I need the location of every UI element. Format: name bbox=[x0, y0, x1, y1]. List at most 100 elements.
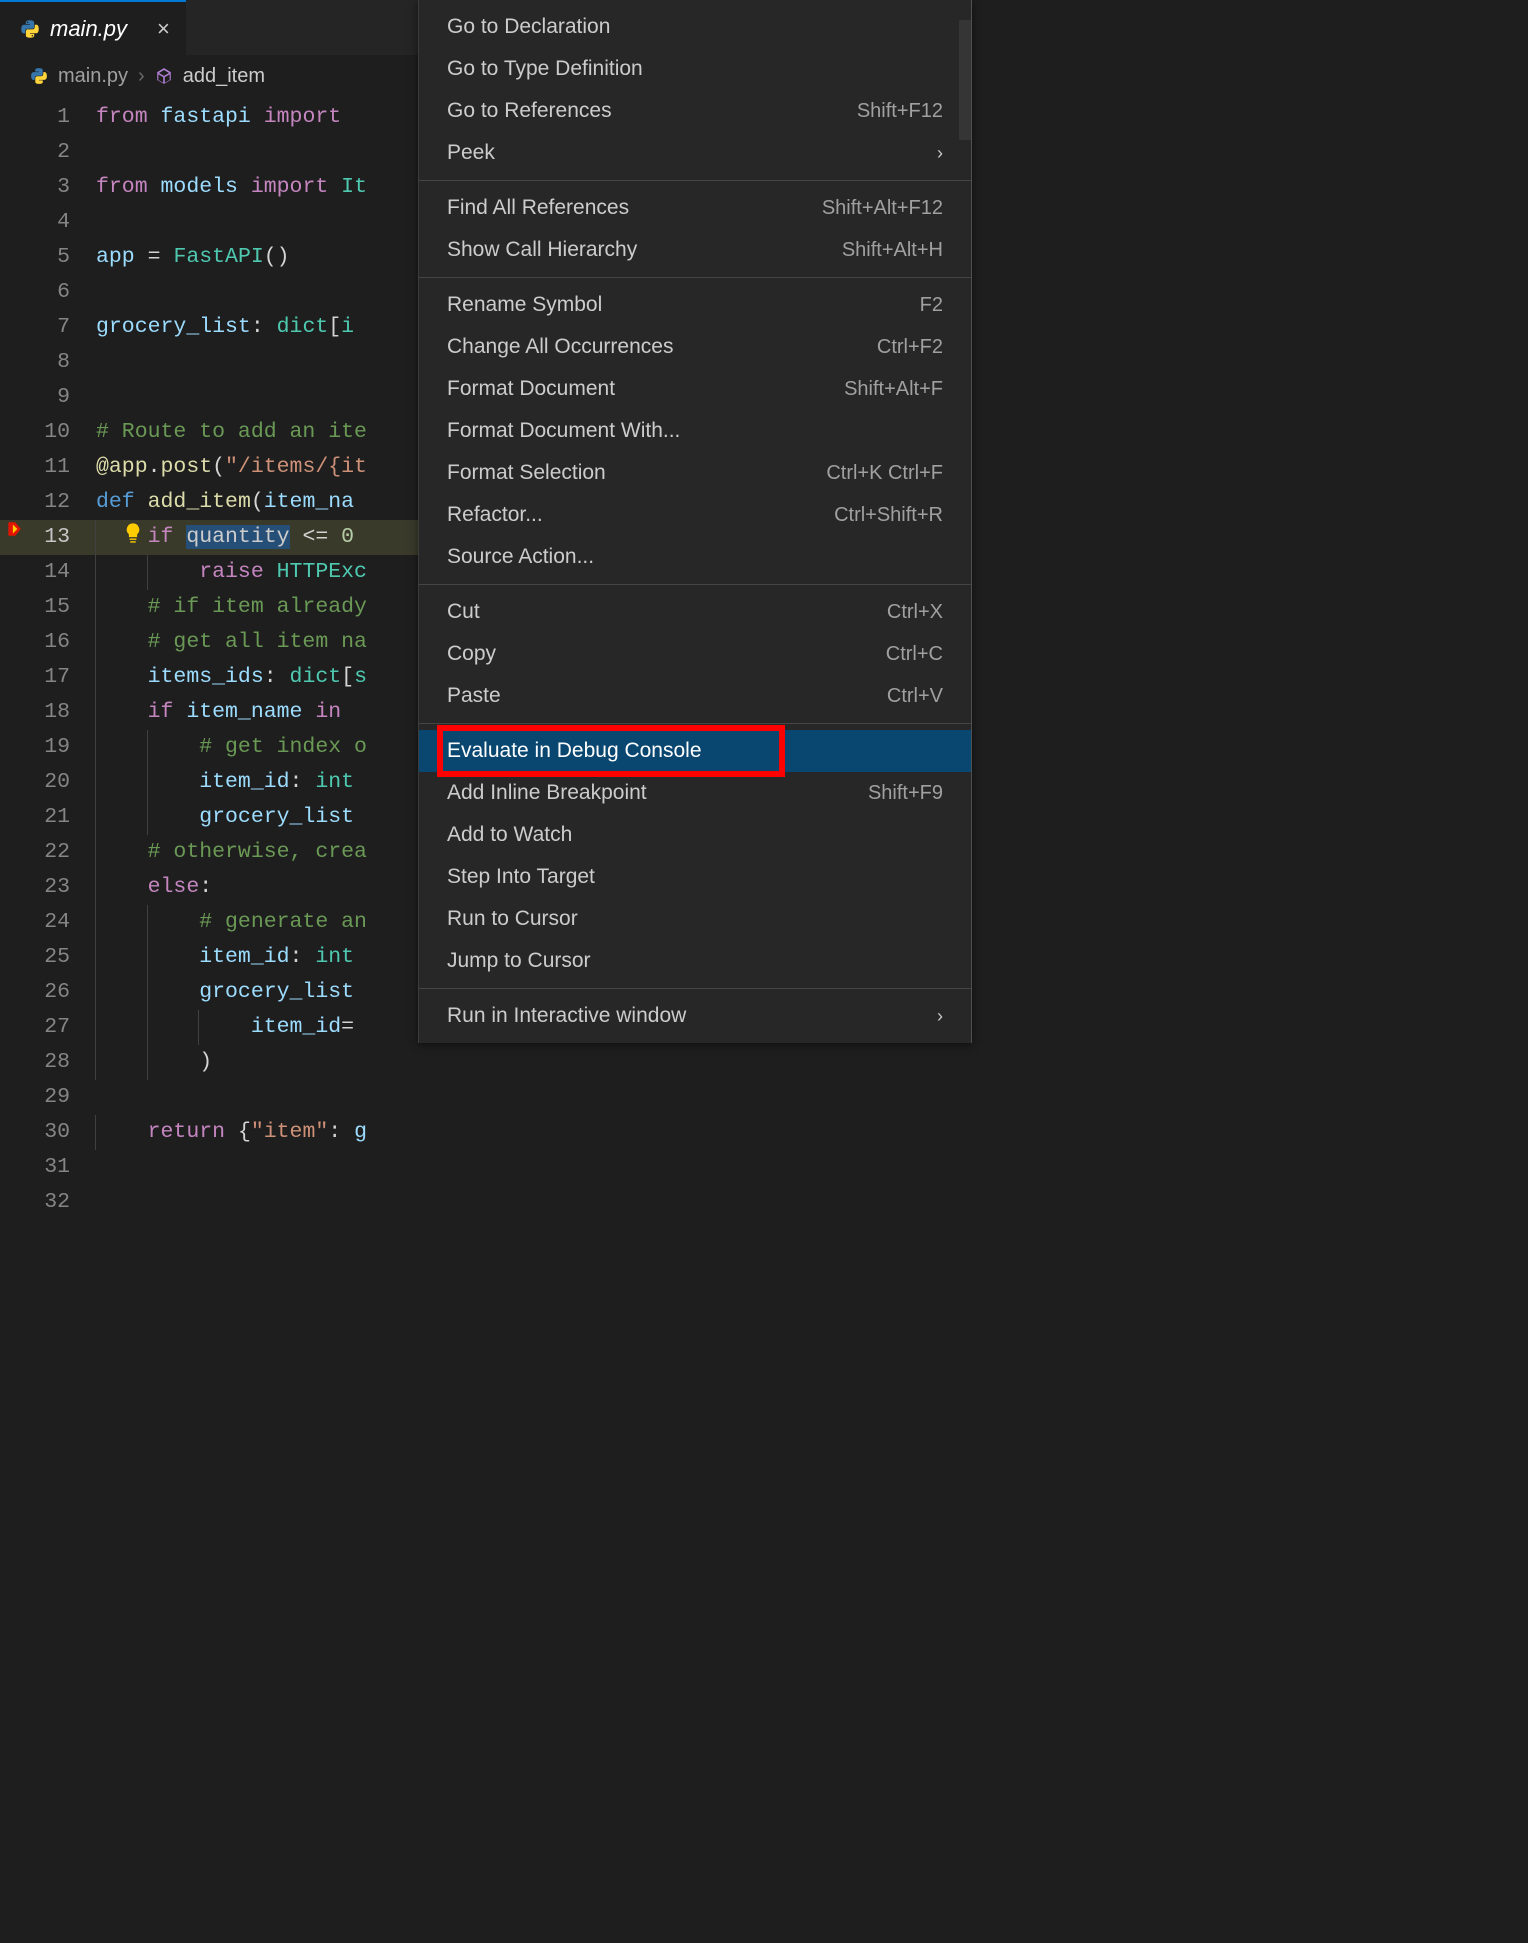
menu-item-label: Peek bbox=[447, 141, 495, 165]
menu-item-change-all-occurrences[interactable]: Change All Occurrences Ctrl+F2 bbox=[419, 326, 971, 368]
menu-item-label: Paste bbox=[447, 684, 501, 708]
menu-item-label: Go to References bbox=[447, 99, 612, 123]
chevron-right-icon: › bbox=[937, 143, 943, 164]
python-icon bbox=[30, 67, 48, 85]
menu-item-run-in-interactive-window[interactable]: Run in Interactive window› bbox=[419, 995, 971, 1037]
line-number: 10 bbox=[28, 415, 72, 450]
menu-item-copy[interactable]: Copy Ctrl+C bbox=[419, 633, 971, 675]
menu-item-source-action[interactable]: Source Action... bbox=[419, 536, 971, 578]
menu-item-shortcut: F2 bbox=[920, 294, 943, 317]
breadcrumb-symbol: add_item bbox=[183, 65, 265, 88]
code-line[interactable]: 32 bbox=[0, 1185, 972, 1220]
breakpoint-gutter[interactable] bbox=[0, 520, 28, 538]
menu-item-evaluate-in-debug-console[interactable]: Evaluate in Debug Console bbox=[419, 730, 971, 772]
menu-item-label: Format Selection bbox=[447, 461, 606, 485]
menu-item-cut[interactable]: Cut Ctrl+X bbox=[419, 591, 971, 633]
line-number: 24 bbox=[28, 905, 72, 940]
line-number: 31 bbox=[28, 1150, 72, 1185]
menu-item-show-call-hierarchy[interactable]: Show Call Hierarchy Shift+Alt+H bbox=[419, 229, 971, 271]
menu-item-go-to-declaration[interactable]: Go to Declaration bbox=[419, 6, 971, 48]
menu-item-shortcut: Shift+Alt+F bbox=[844, 378, 943, 401]
code-line[interactable]: 31 bbox=[0, 1150, 972, 1185]
scrollbar-vertical[interactable] bbox=[959, 20, 971, 140]
line-number: 20 bbox=[28, 765, 72, 800]
menu-item-shortcut: Ctrl+V bbox=[887, 685, 943, 708]
menu-item-format-document-with[interactable]: Format Document With... bbox=[419, 410, 971, 452]
breadcrumb-file: main.py bbox=[58, 65, 128, 88]
menu-item-label: Cut bbox=[447, 600, 480, 624]
menu-item-label: Refactor... bbox=[447, 503, 543, 527]
menu-item-label: Source Action... bbox=[447, 545, 594, 569]
line-content[interactable]: return {"item": g bbox=[72, 1115, 972, 1150]
menu-separator bbox=[419, 584, 971, 585]
line-number: 22 bbox=[28, 835, 72, 870]
line-number: 19 bbox=[28, 730, 72, 765]
line-number: 2 bbox=[28, 135, 72, 170]
line-number: 25 bbox=[28, 940, 72, 975]
line-number: 1 bbox=[28, 100, 72, 135]
menu-item-label: Jump to Cursor bbox=[447, 949, 591, 973]
code-line[interactable]: 28 ) bbox=[0, 1045, 972, 1080]
menu-item-label: Go to Type Definition bbox=[447, 57, 643, 81]
chevron-right-icon: › bbox=[138, 65, 145, 88]
menu-item-format-document[interactable]: Format Document Shift+Alt+F bbox=[419, 368, 971, 410]
menu-item-format-selection[interactable]: Format Selection Ctrl+K Ctrl+F bbox=[419, 452, 971, 494]
menu-item-shortcut: Ctrl+X bbox=[887, 601, 943, 624]
menu-item-shortcut: Ctrl+F2 bbox=[877, 336, 943, 359]
menu-item-rename-symbol[interactable]: Rename Symbol F2 bbox=[419, 284, 971, 326]
menu-separator bbox=[419, 723, 971, 724]
menu-item-jump-to-cursor[interactable]: Jump to Cursor bbox=[419, 940, 971, 982]
line-number: 18 bbox=[28, 695, 72, 730]
tab-main-py[interactable]: main.py × bbox=[0, 0, 186, 55]
code-line[interactable]: 29 bbox=[0, 1080, 972, 1115]
menu-item-label: Change All Occurrences bbox=[447, 335, 673, 359]
menu-item-paste[interactable]: Paste Ctrl+V bbox=[419, 675, 971, 717]
tab-filename: main.py bbox=[50, 16, 127, 42]
line-number: 32 bbox=[28, 1185, 72, 1220]
line-number: 8 bbox=[28, 345, 72, 380]
menu-item-find-all-references[interactable]: Find All ReferencesShift+Alt+F12 bbox=[419, 187, 971, 229]
menu-item-shortcut: Ctrl+C bbox=[886, 643, 943, 666]
menu-item-add-to-watch[interactable]: Add to Watch bbox=[419, 814, 971, 856]
menu-item-shortcut: Ctrl+Shift+R bbox=[834, 504, 943, 527]
menu-item-shortcut: Ctrl+K Ctrl+F bbox=[826, 462, 943, 485]
code-line[interactable]: 30 return {"item": g bbox=[0, 1115, 972, 1150]
menu-item-label: Run to Cursor bbox=[447, 907, 578, 931]
menu-item-peek[interactable]: Peek › bbox=[419, 132, 971, 174]
menu-item-shortcut: Shift+Alt+F12 bbox=[822, 197, 943, 220]
menu-item-shortcut: Shift+Alt+H bbox=[842, 239, 943, 262]
menu-item-label: Format Document bbox=[447, 377, 615, 401]
menu-item-shortcut: Shift+F12 bbox=[857, 100, 943, 123]
menu-item-label: Evaluate in Debug Console bbox=[447, 739, 702, 763]
line-number: 11 bbox=[28, 450, 72, 485]
menu-item-label: Show Call Hierarchy bbox=[447, 238, 637, 262]
menu-item-label: Add Inline Breakpoint bbox=[447, 781, 647, 805]
menu-item-step-into-target[interactable]: Step Into Target bbox=[419, 856, 971, 898]
line-number: 15 bbox=[28, 590, 72, 625]
menu-item-go-to-references[interactable]: Go to References Shift+F12 bbox=[419, 90, 971, 132]
menu-separator bbox=[419, 988, 971, 989]
menu-item-label: Add to Watch bbox=[447, 823, 572, 847]
menu-item-run-to-cursor[interactable]: Run to Cursor bbox=[419, 898, 971, 940]
menu-item-label: Rename Symbol bbox=[447, 293, 602, 317]
close-icon[interactable]: × bbox=[157, 16, 170, 42]
menu-item-label: Copy bbox=[447, 642, 496, 666]
menu-item-go-to-type-definition[interactable]: Go to Type Definition bbox=[419, 48, 971, 90]
line-number: 21 bbox=[28, 800, 72, 835]
line-content[interactable]: ) bbox=[72, 1045, 972, 1080]
line-number: 4 bbox=[28, 205, 72, 240]
chevron-right-icon: › bbox=[937, 1006, 943, 1027]
line-number: 9 bbox=[28, 380, 72, 415]
line-number: 29 bbox=[28, 1080, 72, 1115]
line-number: 16 bbox=[28, 625, 72, 660]
menu-item-add-inline-breakpoint[interactable]: Add Inline BreakpointShift+F9 bbox=[419, 772, 971, 814]
line-number: 6 bbox=[28, 275, 72, 310]
line-number: 7 bbox=[28, 310, 72, 345]
menu-item-refactor[interactable]: Refactor... Ctrl+Shift+R bbox=[419, 494, 971, 536]
menu-item-label: Format Document With... bbox=[447, 419, 680, 443]
line-number: 17 bbox=[28, 660, 72, 695]
python-icon bbox=[20, 19, 40, 39]
menu-item-label: Go to Declaration bbox=[447, 15, 610, 39]
lightbulb-icon[interactable] bbox=[122, 522, 144, 544]
line-number: 28 bbox=[28, 1045, 72, 1080]
